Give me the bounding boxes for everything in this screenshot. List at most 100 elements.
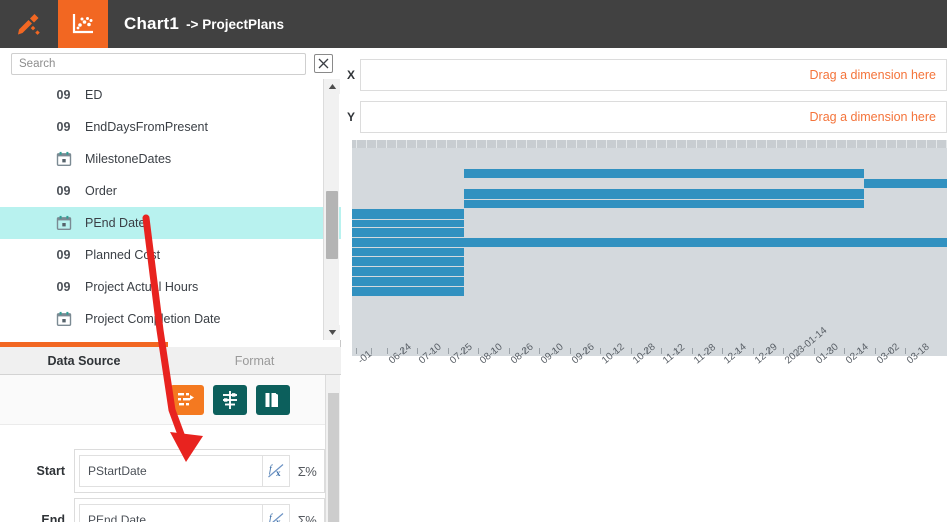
- scroll-up-button[interactable]: [324, 79, 340, 94]
- chart-type-indicator[interactable]: [58, 0, 108, 48]
- ruler-tick: [516, 140, 517, 148]
- start-field-input[interactable]: [79, 455, 262, 487]
- field-list-item-label: ED: [85, 88, 103, 102]
- ruler-tick: [536, 140, 537, 148]
- field-list-item[interactable]: 09 ED: [0, 79, 341, 111]
- ruler-tick: [446, 140, 447, 148]
- ruler-tick: [876, 140, 877, 148]
- data-source-scrollbar-thumb[interactable]: [328, 393, 339, 522]
- field-list-item[interactable]: 09 Planned Cost: [0, 239, 341, 271]
- ruler-tick: [886, 140, 887, 148]
- calendar-icon: [55, 215, 72, 232]
- ruler-tick: [376, 140, 377, 148]
- end-binding-box: f x Σ%: [74, 498, 325, 522]
- y-axis-dropzone[interactable]: Drag a dimension here: [360, 100, 947, 133]
- ruler-tick: [566, 140, 567, 148]
- chart-bar[interactable]: [352, 209, 464, 219]
- ruler-tick: [406, 140, 407, 148]
- tab-format[interactable]: Format: [168, 347, 341, 375]
- ruler-tick: [706, 140, 707, 148]
- end-binding-row: End f x Σ%: [0, 496, 325, 522]
- field-list-item[interactable]: Project Completion Date: [0, 303, 341, 335]
- tab-data-source[interactable]: Data Source: [0, 347, 168, 375]
- number-09-icon: 09: [56, 88, 71, 102]
- chart-bar[interactable]: [352, 248, 464, 256]
- end-aggregate-button[interactable]: Σ%: [290, 513, 324, 522]
- chart-bar[interactable]: [464, 200, 864, 208]
- ruler-tick: [866, 140, 867, 148]
- chart-bar[interactable]: [352, 238, 947, 247]
- scrollbar-thumb[interactable]: [326, 191, 338, 259]
- data-source-toolbar: [0, 375, 325, 425]
- data-source-scrollbar[interactable]: [325, 375, 340, 522]
- x-axis-dropzone[interactable]: Drag a dimension here: [360, 58, 947, 91]
- ruler-tick: [636, 140, 637, 148]
- document-title-group: Chart1 -> ProjectPlans: [108, 14, 284, 34]
- calendar-icon: [55, 151, 72, 168]
- ruler-tick: [416, 140, 417, 148]
- rotate-layout-button[interactable]: [256, 384, 290, 415]
- number-09-icon: 09: [56, 120, 71, 134]
- ruler-tick: [776, 140, 777, 148]
- ruler-tick: [436, 140, 437, 148]
- y-axis-placeholder: Drag a dimension here: [809, 109, 936, 124]
- chart-bar[interactable]: [352, 228, 464, 237]
- chart-bar[interactable]: [864, 179, 947, 188]
- ruler-tick: [846, 140, 847, 148]
- field-list-item[interactable]: 09 Order: [0, 175, 341, 207]
- ruler-tick: [396, 140, 397, 148]
- field-list-item[interactable]: 09 Project Actual Hours: [0, 271, 341, 303]
- app-logo[interactable]: [0, 0, 58, 48]
- chart-bar[interactable]: [352, 220, 464, 227]
- field-list-item[interactable]: 09 EndDaysFromPresent: [0, 111, 341, 143]
- ruler-tick: [356, 140, 357, 148]
- field-list-scrollbar[interactable]: [323, 79, 340, 340]
- field-list-item[interactable]: MilestoneDates: [0, 143, 341, 175]
- chart-bar[interactable]: [352, 267, 464, 276]
- axis-settings-button[interactable]: [213, 384, 247, 415]
- field-list-item-label: Order: [85, 184, 117, 198]
- start-aggregate-button[interactable]: Σ%: [290, 464, 324, 479]
- field-list-item-label: Project Actual Hours: [85, 280, 199, 294]
- app-header: Chart1 -> ProjectPlans: [0, 0, 947, 48]
- field-list-item[interactable]: PEnd Date: [0, 207, 341, 239]
- formula-fx-icon: f x: [268, 464, 284, 478]
- end-label: End: [41, 513, 65, 522]
- end-field-input[interactable]: [79, 504, 262, 522]
- ruler-tick: [896, 140, 897, 148]
- ruler-tick: [826, 140, 827, 148]
- calendar-icon: [56, 215, 71, 230]
- data-source-panel: Start f x Σ% End: [0, 375, 341, 522]
- scatter-chart-icon: [72, 14, 93, 34]
- ruler-tick: [426, 140, 427, 148]
- chart-type-button[interactable]: [170, 384, 204, 415]
- chart-bar[interactable]: [352, 287, 464, 296]
- chart-top-ruler: [352, 140, 947, 148]
- field-list[interactable]: 09 ED 09 EndDaysFromPresent MilestoneDates 09…: [0, 79, 341, 340]
- gantt-chart-plot[interactable]: [352, 140, 947, 348]
- ruler-tick: [646, 140, 647, 148]
- chart-bar[interactable]: [352, 277, 464, 286]
- chart-workspace: X Drag a dimension here Y Drag a dimensi…: [342, 48, 947, 522]
- ruler-tick: [716, 140, 717, 148]
- ruler-tick: [586, 140, 587, 148]
- ruler-tick: [696, 140, 697, 148]
- chart-bar[interactable]: [464, 189, 864, 199]
- ruler-tick: [796, 140, 797, 148]
- chart-bar[interactable]: [464, 169, 864, 178]
- end-formula-button[interactable]: f x: [262, 504, 290, 522]
- left-sidebar: 09 ED 09 EndDaysFromPresent MilestoneDates 09…: [0, 48, 341, 522]
- calendar-icon: [56, 151, 71, 166]
- scroll-down-button[interactable]: [324, 325, 340, 340]
- search-row: [0, 48, 341, 79]
- start-formula-button[interactable]: f x: [262, 455, 290, 487]
- number-09-icon: 09: [56, 248, 71, 262]
- ruler-tick: [526, 140, 527, 148]
- search-input[interactable]: [11, 52, 306, 75]
- ruler-tick: [936, 140, 937, 148]
- axis-settings-icon: [223, 390, 237, 409]
- ruler-tick: [816, 140, 817, 148]
- clear-search-button[interactable]: [314, 54, 333, 73]
- number-09-icon: 09: [56, 184, 71, 198]
- chart-bar[interactable]: [352, 257, 464, 266]
